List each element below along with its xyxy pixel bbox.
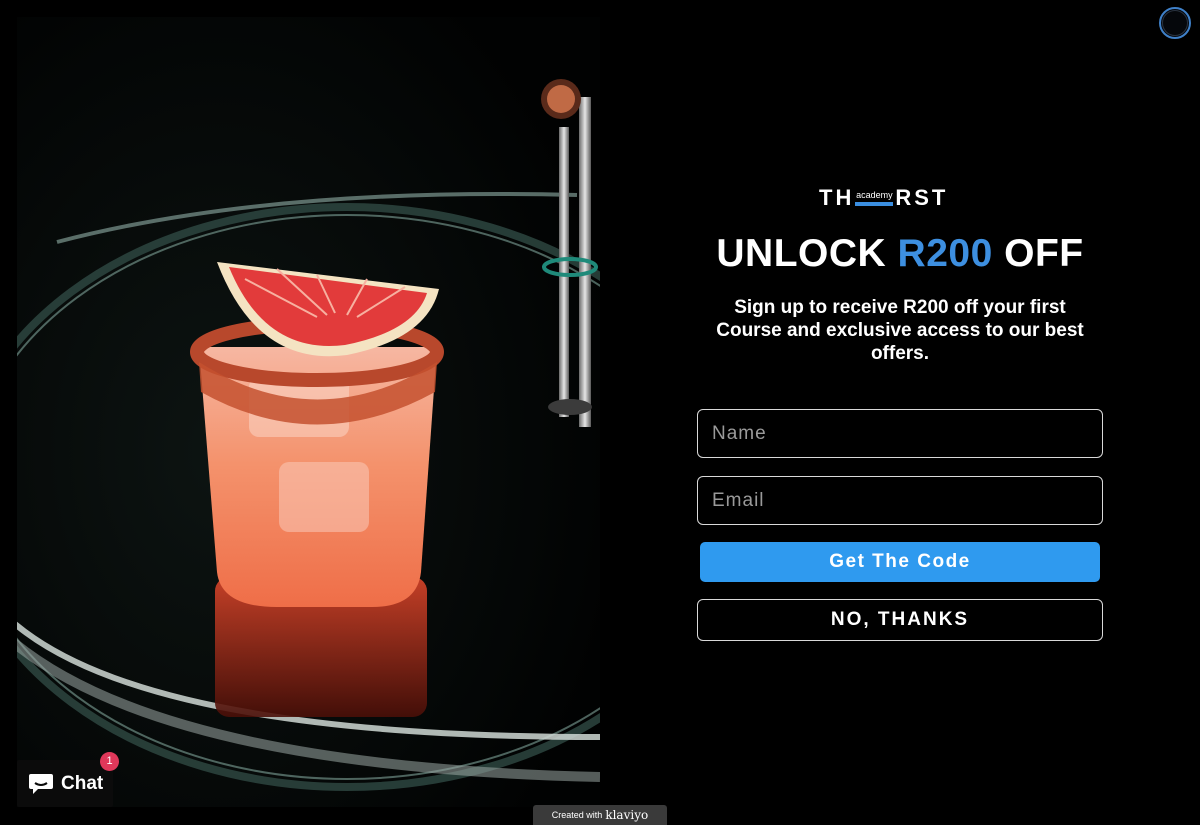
- name-field[interactable]: [697, 409, 1103, 458]
- cocktail-image: [17, 17, 600, 807]
- headline-pre: UNLOCK: [716, 232, 898, 275]
- no-thanks-button[interactable]: NO, THANKS: [697, 599, 1103, 641]
- klaviyo-logo: klaviyo: [605, 808, 649, 822]
- brand-logo: TH academy RST: [819, 185, 949, 210]
- logo-text-left: TH: [819, 185, 855, 210]
- chat-button[interactable]: Chat: [17, 760, 113, 807]
- chat-label: Chat: [61, 772, 104, 794]
- signup-panel: TH academy RST UNLOCK R200 OFF Sign up t…: [600, 0, 1200, 825]
- chat-bubble-icon: [29, 773, 53, 794]
- headline-post: OFF: [992, 232, 1084, 275]
- klaviyo-attribution[interactable]: Created with klaviyo: [533, 805, 667, 825]
- logo-bar: [855, 202, 894, 206]
- headline: UNLOCK R200 OFF: [600, 232, 1200, 276]
- offer-description: Sign up to receive R200 off your first C…: [716, 297, 1084, 364]
- logo-text-small: academy: [856, 190, 893, 200]
- popup-overlay: TH academy RST UNLOCK R200 OFF Sign up t…: [0, 0, 1200, 825]
- attribution-prefix: Created with: [551, 810, 603, 820]
- get-code-button[interactable]: Get The Code: [700, 542, 1100, 582]
- logo-text-right: RST: [895, 185, 949, 210]
- email-field[interactable]: [697, 476, 1103, 525]
- headline-accent: R200: [897, 232, 993, 275]
- chat-notification-badge: 1: [100, 752, 119, 771]
- logo-academy-mark: academy: [855, 190, 894, 206]
